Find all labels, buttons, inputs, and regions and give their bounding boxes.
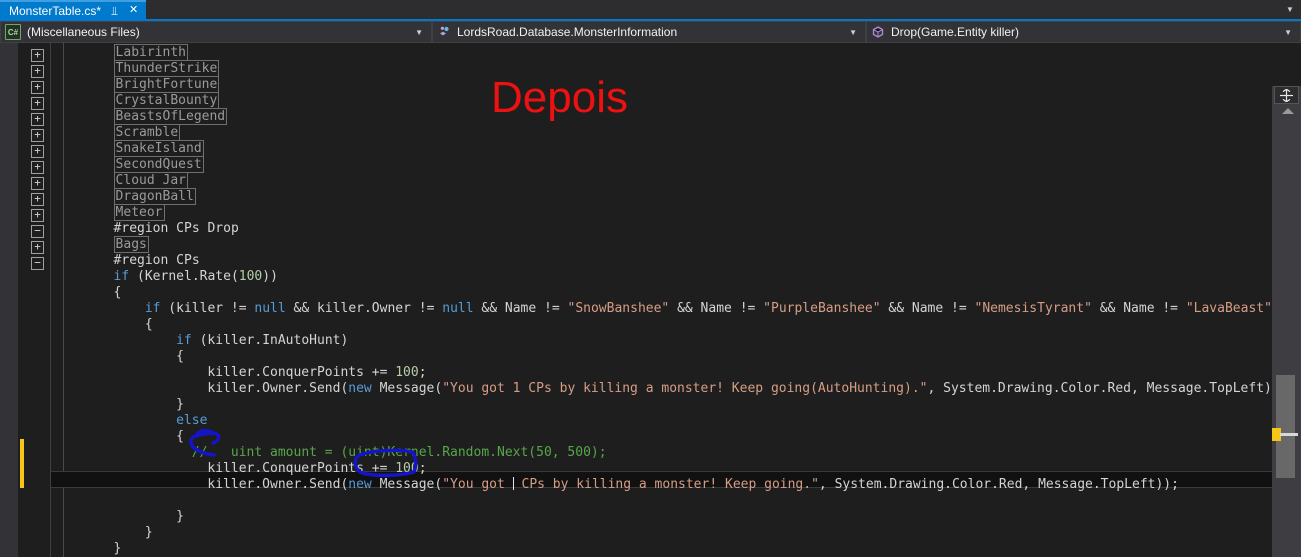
type-chevron-down-icon[interactable]: ▼	[847, 28, 863, 37]
visual-studio-editor-window: MonsterTable.cs* ⫫ ✕ ▼ C# (Miscellaneous…	[0, 0, 1301, 557]
split-editor-button[interactable]	[1274, 86, 1299, 104]
code-line[interactable]: if (Kernel.Rate(100))	[114, 269, 278, 285]
code-line[interactable]: // uint amount = (uint)Kernel.Random.Nex…	[192, 445, 607, 461]
outline-expand-icon[interactable]: +	[31, 97, 44, 110]
code-line[interactable]: Meteor	[113, 204, 165, 221]
outline-expand-icon[interactable]: +	[31, 65, 44, 78]
outline-expand-icon[interactable]: +	[31, 193, 44, 206]
code-line[interactable]: }	[145, 525, 153, 541]
class-icon	[437, 25, 451, 39]
document-tab-strip: MonsterTable.cs* ⫫ ✕ ▼	[0, 0, 1301, 19]
collapsed-region-block[interactable]: DragonBall	[113, 188, 196, 205]
pin-tab-icon[interactable]: ⫫	[109, 5, 120, 17]
code-line[interactable]: SnakeIsland	[113, 140, 204, 157]
code-line[interactable]: {	[114, 285, 122, 301]
outline-expand-icon[interactable]: +	[31, 161, 44, 174]
collapsed-region-block[interactable]: Cloud Jar	[113, 172, 188, 189]
type-dropdown[interactable]: LordsRoad.Database.MonsterInformation ▼	[432, 21, 866, 43]
close-tab-icon[interactable]: ✕	[128, 5, 139, 16]
collapsed-region-block[interactable]: Meteor	[113, 204, 165, 221]
collapsed-region-block[interactable]: SecondQuest	[113, 156, 204, 173]
project-dropdown-label: (Miscellaneous Files)	[27, 25, 140, 39]
code-line[interactable]: ThunderStrike	[113, 60, 220, 77]
code-line[interactable]: {	[176, 349, 184, 365]
csharp-icon: C#	[5, 24, 21, 40]
collapsed-region-block[interactable]: CrystalBounty	[113, 92, 220, 109]
code-line[interactable]: killer.Owner.Send(new Message("You got 1…	[207, 381, 1272, 397]
scrollbar-thumb[interactable]	[1276, 375, 1295, 478]
outline-expand-icon[interactable]: +	[31, 177, 44, 190]
collapsed-region-block[interactable]: BeastsOfLegend	[113, 108, 228, 125]
code-line[interactable]: SecondQuest	[113, 156, 204, 173]
document-tab-label: MonsterTable.cs*	[9, 3, 102, 18]
collapsed-region-block[interactable]: Scramble	[113, 124, 181, 141]
code-line[interactable]: killer.ConquerPoints += 100;	[207, 365, 426, 381]
scrollbar-track[interactable]	[1272, 120, 1300, 557]
outline-collapse-icon[interactable]: −	[31, 225, 44, 238]
collapsed-region-block[interactable]: BrightFortune	[113, 76, 220, 93]
scroll-up-arrow-icon[interactable]	[1282, 108, 1294, 114]
code-line[interactable]: CrystalBounty	[113, 92, 220, 109]
code-line[interactable]: #region CPs	[114, 253, 200, 269]
method-icon	[871, 25, 885, 39]
code-line[interactable]: killer.Owner.Send(new Message("You got C…	[207, 477, 1179, 493]
code-editor-surface[interactable]: + + + + + + + + + + + − + − Labirinth ThunderStrike Bri…	[0, 43, 1301, 557]
code-line[interactable]: killer.ConquerPoints += 100;	[207, 461, 426, 477]
member-chevron-down-icon[interactable]: ▼	[1282, 28, 1298, 37]
code-line[interactable]: }	[176, 397, 184, 413]
project-chevron-down-icon[interactable]: ▼	[413, 28, 429, 37]
outline-expand-icon[interactable]: +	[31, 145, 44, 158]
member-dropdown[interactable]: Drop(Game.Entity killer) ▼	[866, 21, 1301, 43]
type-dropdown-label: LordsRoad.Database.MonsterInformation	[457, 25, 678, 39]
code-line[interactable]: if (killer.InAutoHunt)	[176, 333, 348, 349]
outline-expand-icon[interactable]: +	[31, 129, 44, 142]
code-line[interactable]: Labirinth	[113, 44, 188, 61]
tab-strip-empty-area	[146, 0, 1279, 19]
code-line[interactable]: Cloud Jar	[113, 172, 188, 189]
outline-expand-icon[interactable]: +	[31, 49, 44, 62]
code-line[interactable]: Bags	[113, 236, 149, 253]
code-line[interactable]: if (killer != null && killer.Owner != nu…	[145, 301, 1272, 317]
navigation-bar: C# (Miscellaneous Files) ▼ LordsRoad.Dat…	[0, 19, 1301, 43]
code-line[interactable]: }	[114, 541, 122, 557]
outline-collapse-icon[interactable]: −	[31, 257, 44, 270]
annotation-red-text: Depois	[491, 73, 628, 122]
outline-expand-icon[interactable]: +	[31, 113, 44, 126]
tab-overflow-chevron-down-icon[interactable]: ▼	[1279, 0, 1301, 19]
code-line[interactable]: }	[176, 509, 184, 525]
code-line[interactable]: BeastsOfLegend	[113, 108, 228, 125]
project-dropdown[interactable]: C# (Miscellaneous Files) ▼	[0, 21, 432, 43]
document-tab-monstertable[interactable]: MonsterTable.cs* ⫫ ✕	[0, 0, 147, 19]
collapsed-region-block[interactable]: ThunderStrike	[113, 60, 220, 77]
indicator-margin[interactable]	[0, 43, 18, 557]
collapsed-region-block[interactable]: SnakeIsland	[113, 140, 204, 157]
code-line[interactable]: else	[176, 413, 207, 429]
code-line[interactable]: DragonBall	[113, 188, 196, 205]
outline-expand-icon[interactable]: +	[31, 81, 44, 94]
code-line[interactable]: BrightFortune	[113, 76, 220, 93]
code-line[interactable]: {	[145, 317, 153, 333]
code-line[interactable]: {	[176, 429, 184, 445]
member-dropdown-label: Drop(Game.Entity killer)	[891, 25, 1020, 39]
collapsed-region-block[interactable]: Labirinth	[113, 44, 188, 61]
outline-expand-icon[interactable]: +	[31, 241, 44, 254]
code-line[interactable]: #region CPs Drop	[114, 221, 239, 237]
unsaved-change-marker	[20, 439, 24, 488]
code-text-area[interactable]: Labirinth ThunderStrike BrightFortune Cryst…	[51, 43, 1272, 557]
outline-expand-icon[interactable]: +	[31, 209, 44, 222]
code-line[interactable]: Scramble	[113, 124, 181, 141]
vertical-scrollbar[interactable]	[1272, 86, 1301, 557]
collapsed-region-block[interactable]: Bags	[113, 236, 149, 253]
scrollbar-caret-position-marker	[1280, 433, 1298, 436]
